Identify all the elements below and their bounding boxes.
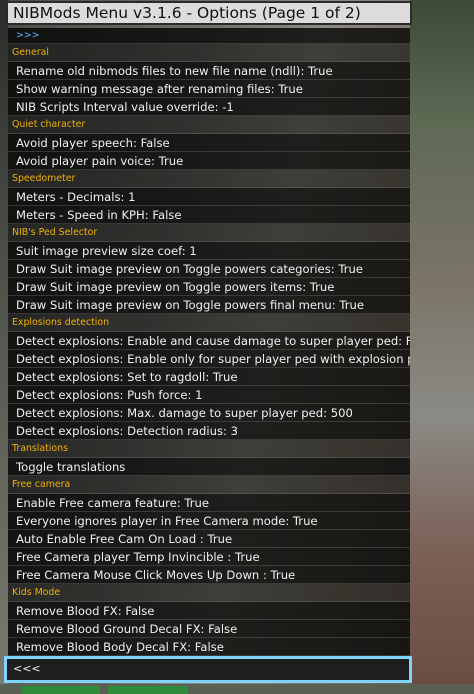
menu-item[interactable]: Free Camera Mouse Click Moves Up Down : …	[8, 566, 410, 584]
menu-item[interactable]: Detect explosions: Max. damage to super …	[8, 404, 410, 422]
menu-item[interactable]: Meters - Decimals: 1	[8, 188, 410, 206]
menu-item[interactable]: Toggle translations	[8, 458, 410, 476]
menu-item[interactable]: Everyone ignores player in Free Camera m…	[8, 512, 410, 530]
menu-item[interactable]: Detect explosions: Enable and cause dama…	[8, 332, 410, 350]
section-header: Kids Mode	[8, 584, 410, 602]
menu-item[interactable]: Draw Suit image preview on Toggle powers…	[8, 260, 410, 278]
menu-item[interactable]: Detect explosions: Set to ragdoll: True	[8, 368, 410, 386]
game-hud-bottom	[0, 684, 474, 694]
menu-item[interactable]: Suit image preview size coef: 1	[8, 242, 410, 260]
section-header: NIB's Ped Selector	[8, 224, 410, 242]
menu-item[interactable]: Draw Suit image preview on Toggle powers…	[8, 278, 410, 296]
game-background-right	[410, 0, 474, 694]
menu-item[interactable]: Free Camera player Temp Invincible : Tru…	[8, 548, 410, 566]
hud-bar	[22, 686, 100, 694]
menu-item[interactable]: Avoid player pain voice: True	[8, 152, 410, 170]
section-header: General	[8, 44, 410, 62]
menu-item[interactable]: Detect explosions: Enable only for super…	[8, 350, 410, 368]
menu-item[interactable]: Meters - Speed in KPH: False	[8, 206, 410, 224]
menu-item[interactable]: Detect explosions: Push force: 1	[8, 386, 410, 404]
menu-item[interactable]: Draw Suit image preview on Toggle powers…	[8, 296, 410, 314]
section-header: Speedometer	[8, 170, 410, 188]
section-header: Translations	[8, 440, 410, 458]
menu-title: NIBMods Menu v3.1.6 - Options (Page 1 of…	[6, 1, 412, 25]
menu-item[interactable]: Enable Free camera feature: True	[8, 494, 410, 512]
section-header: Free camera	[8, 476, 410, 494]
menu-item[interactable]: Avoid player speech: False	[8, 134, 410, 152]
next-page-button[interactable]: >>>	[8, 28, 410, 44]
section-header: Explosions detection	[8, 314, 410, 332]
menu-item[interactable]: Remove Blood Body Decal FX: False	[8, 638, 410, 656]
previous-page-button[interactable]: <<<	[4, 656, 412, 683]
menu-item[interactable]: Remove Blood Ground Decal FX: False	[8, 620, 410, 638]
menu-item[interactable]: Remove Blood FX: False	[8, 602, 410, 620]
menu-item[interactable]: Rename old nibmods files to new file nam…	[8, 62, 410, 80]
menu-item[interactable]: Show warning message after renaming file…	[8, 80, 410, 98]
options-menu: >>> General Rename old nibmods files to …	[8, 28, 410, 656]
menu-item[interactable]: Detect explosions: Detection radius: 3	[8, 422, 410, 440]
section-header: Quiet character	[8, 116, 410, 134]
menu-item[interactable]: Auto Enable Free Cam On Load : True	[8, 530, 410, 548]
menu-item[interactable]: NIB Scripts Interval value override: -1	[8, 98, 410, 116]
hud-bar	[108, 686, 188, 694]
game-background-left	[0, 0, 8, 694]
